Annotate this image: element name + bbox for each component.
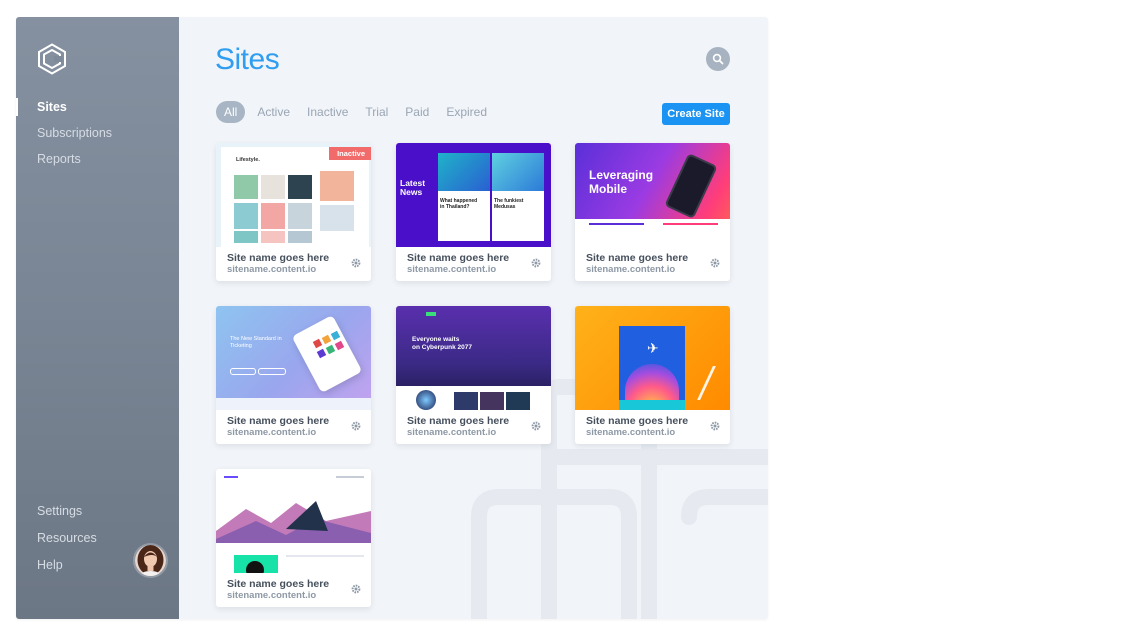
sidebar: Sites Subscriptions Reports Settings Res…: [16, 17, 179, 619]
gear-icon[interactable]: [351, 258, 361, 268]
site-name: Site name goes here: [227, 252, 330, 264]
site-card[interactable]: Lifestyle. Inactive Site name goes here …: [216, 143, 371, 281]
avatar-image: [135, 545, 166, 576]
site-thumbnail: ✈: [575, 306, 730, 410]
hexagon-c-logo[interactable]: [37, 43, 67, 75]
thumb-headline: What happened in Thailand?: [440, 198, 477, 210]
site-thumbnail: Latest News What happened in Thailand? T…: [396, 143, 551, 247]
thumb-title: Everyone waits on Cyberpunk 2077: [412, 336, 472, 352]
site-url: sitename.content.io: [407, 264, 497, 275]
mountain-illustration: [216, 501, 371, 551]
site-name: Site name goes here: [227, 415, 330, 427]
thumb-line: Everyone waits: [412, 336, 460, 343]
tab-expired[interactable]: Expired: [446, 101, 487, 123]
create-site-button[interactable]: Create Site: [662, 103, 730, 125]
thumb-line: in Thailand?: [440, 204, 470, 210]
site-card[interactable]: Leveraging Mobile Site name goes here si…: [575, 143, 730, 281]
site-card[interactable]: Latest News What happened in Thailand? T…: [396, 143, 551, 281]
thumb-title: Latest News: [400, 179, 425, 197]
gear-icon[interactable]: [351, 421, 361, 431]
thumb-line: The New Standard in: [230, 336, 282, 342]
tab-trial[interactable]: Trial: [365, 101, 388, 123]
sidebar-item-settings[interactable]: Settings: [16, 498, 179, 525]
gear-icon[interactable]: [531, 421, 541, 431]
site-name: Site name goes here: [407, 252, 510, 264]
avatar[interactable]: [135, 545, 166, 576]
site-url: sitename.content.io: [227, 264, 317, 275]
site-card[interactable]: The New Standard in Ticketing Site name …: [216, 306, 371, 444]
tab-inactive[interactable]: Inactive: [307, 101, 348, 123]
sidebar-item-sites[interactable]: Sites: [16, 94, 179, 120]
status-badge: Inactive: [329, 147, 371, 160]
thumb-line: Mobile: [589, 182, 627, 196]
sidebar-item-reports[interactable]: Reports: [16, 146, 179, 172]
site-thumbnail: Leveraging Mobile: [575, 143, 730, 247]
tab-active[interactable]: Active: [257, 101, 290, 123]
site-card[interactable]: Site name goes here sitename.content.io: [216, 469, 371, 607]
site-thumbnail: [216, 469, 371, 573]
thumb-line: Ticketing: [230, 343, 252, 349]
search-icon: [712, 53, 724, 65]
sidebar-nav: Sites Subscriptions Reports: [16, 94, 179, 172]
app-window: Sites Subscriptions Reports Settings Res…: [16, 17, 768, 619]
site-card[interactable]: Everyone waits on Cyberpunk 2077 Site na…: [396, 306, 551, 444]
thumb-line: News: [400, 187, 423, 197]
site-name: Site name goes here: [586, 415, 689, 427]
thumb-line: on Cyberpunk 2077: [412, 344, 472, 351]
site-url: sitename.content.io: [586, 264, 676, 275]
gear-icon[interactable]: [351, 584, 361, 594]
thumb-headline: The funkiest Medusas: [494, 198, 523, 210]
thumb-title: Leveraging Mobile: [589, 168, 653, 196]
site-card[interactable]: ✈ Site name goes here sitename.content.i…: [575, 306, 730, 444]
filter-tabs: All Active Inactive Trial Paid Expired: [216, 101, 504, 123]
site-thumbnail: Everyone waits on Cyberpunk 2077: [396, 306, 551, 410]
thumb-title: The New Standard in Ticketing: [230, 336, 282, 350]
tab-all[interactable]: All: [216, 101, 246, 123]
page-title: Sites: [215, 43, 280, 76]
gear-icon[interactable]: [531, 258, 541, 268]
site-thumbnail: The New Standard in Ticketing: [216, 306, 371, 410]
sidebar-item-subscriptions[interactable]: Subscriptions: [16, 120, 179, 146]
site-name: Site name goes here: [586, 252, 689, 264]
gear-icon[interactable]: [710, 421, 720, 431]
thumb-line: Leveraging: [589, 168, 654, 182]
tab-paid[interactable]: Paid: [405, 101, 429, 123]
site-name: Site name goes here: [407, 415, 510, 427]
site-url: sitename.content.io: [227, 590, 317, 601]
site-url: sitename.content.io: [586, 427, 676, 438]
search-button[interactable]: [706, 47, 730, 71]
gear-icon[interactable]: [710, 258, 720, 268]
main-content: Sites All Active Inactive Trial Paid Exp…: [179, 17, 768, 619]
thumb-line: Medusas: [494, 204, 516, 210]
site-url: sitename.content.io: [407, 427, 497, 438]
thumb-title: Lifestyle.: [236, 157, 260, 163]
site-url: sitename.content.io: [227, 427, 317, 438]
site-name: Site name goes here: [227, 578, 330, 590]
